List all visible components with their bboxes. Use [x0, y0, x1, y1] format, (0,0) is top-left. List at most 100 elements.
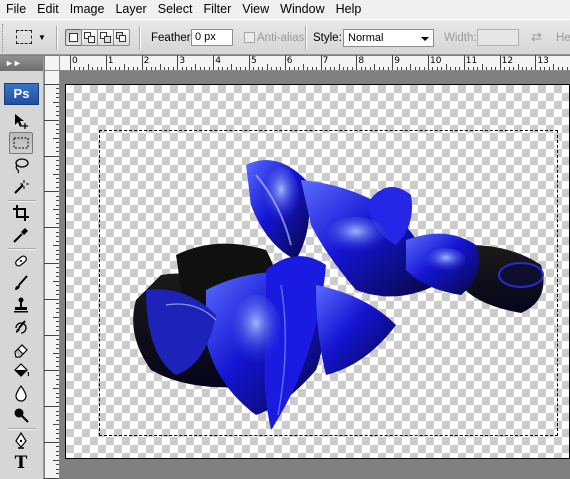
menu-view[interactable]: View — [236, 0, 274, 19]
anti-alias-checkbox[interactable] — [244, 32, 255, 43]
crop-tool-icon — [13, 205, 29, 221]
ruler-subtick — [360, 67, 362, 70]
ruler-label: 7 — [322, 56, 329, 66]
width-input[interactable] — [477, 29, 519, 46]
double-chevron-icon: ►► — [5, 58, 22, 68]
ruler-subtick — [53, 424, 59, 426]
ruler-subtick — [110, 67, 112, 70]
ruler-subtick — [56, 142, 59, 144]
eyedropper-tool[interactable] — [9, 224, 33, 246]
dodge-tool[interactable] — [9, 404, 33, 426]
ruler-subtick — [56, 249, 59, 251]
menu-filter[interactable]: Filter — [197, 0, 236, 19]
clone-stamp-tool[interactable] — [9, 294, 33, 316]
ruler-subtick — [307, 67, 309, 70]
ruler-subtick — [244, 67, 246, 70]
document-canvas[interactable] — [65, 84, 570, 459]
intersect-selection-button[interactable] — [113, 29, 130, 46]
ruler-tick — [320, 55, 322, 70]
rectangular-marquee-tool[interactable] — [9, 132, 33, 154]
ruler-subtick — [526, 67, 528, 70]
tools-panel-header[interactable]: ►► — [0, 56, 43, 71]
ruler-subtick — [119, 67, 121, 70]
ruler-subtick — [513, 67, 515, 70]
ruler-subtick — [280, 67, 282, 70]
options-bar-grip[interactable] — [2, 24, 5, 52]
brush-tool-icon — [15, 275, 28, 290]
swap-width-height-icon[interactable]: ⇄ — [531, 30, 545, 44]
type-tool[interactable]: T — [9, 452, 33, 474]
magic-wand-tool[interactable] — [9, 176, 33, 198]
add-to-selection-button[interactable] — [81, 29, 98, 46]
menu-help[interactable]: Help — [330, 0, 367, 19]
ruler-label: 6 — [286, 56, 293, 66]
ruler-subtick — [53, 388, 59, 390]
spot-healing-brush-tool[interactable] — [9, 250, 33, 272]
history-brush-tool[interactable] — [9, 316, 33, 338]
ruler-subtick — [432, 67, 434, 70]
height-label: He — [556, 32, 570, 44]
ruler-subtick — [217, 67, 219, 70]
style-select[interactable]: Normal — [343, 29, 434, 47]
subtract-from-selection-button[interactable] — [97, 29, 114, 46]
crop-tool[interactable] — [9, 202, 33, 224]
ruler-subtick — [56, 195, 59, 197]
ruler-subtick — [562, 67, 564, 70]
feather-input[interactable]: 0 px — [191, 29, 233, 46]
ruler-subtick — [83, 67, 85, 70]
ruler-origin[interactable] — [45, 56, 60, 71]
ruler-subtick — [56, 392, 59, 394]
ruler-subtick — [92, 67, 94, 70]
menu-file[interactable]: File — [0, 0, 31, 19]
menu-window[interactable]: Window — [274, 0, 329, 19]
menu-layer[interactable]: Layer — [109, 0, 151, 19]
ruler-subtick — [401, 67, 403, 70]
ruler-subtick — [459, 67, 461, 70]
eraser-tool[interactable] — [9, 338, 33, 360]
move-tool[interactable] — [9, 110, 33, 132]
ruler-label: 13 — [537, 56, 549, 66]
brush-tool[interactable] — [9, 272, 33, 294]
ruler-subtick — [123, 64, 125, 70]
vertical-ruler[interactable] — [44, 71, 60, 479]
ruler-subtick — [342, 67, 344, 70]
ruler-subtick — [298, 67, 300, 70]
ruler-tick — [44, 334, 59, 336]
ruler-subtick — [56, 321, 59, 323]
ruler-subtick — [56, 356, 59, 358]
new-selection-button[interactable] — [65, 29, 82, 46]
ruler-subtick — [56, 164, 59, 166]
marquee-selection[interactable] — [99, 130, 558, 436]
blur-tool[interactable] — [9, 382, 33, 404]
horizontal-ruler[interactable]: 0 1 2 3 4 5 6 7 8 9 10 11 12 13 — [45, 55, 570, 71]
ruler-subtick — [56, 303, 59, 305]
ruler-subtick — [490, 67, 492, 70]
ruler-subtick — [53, 137, 59, 139]
menu-select[interactable]: Select — [152, 0, 198, 19]
ruler-subtick — [56, 128, 59, 130]
ruler-subtick — [56, 289, 59, 291]
ruler-subtick — [56, 401, 59, 403]
photoshop-logo[interactable]: Ps — [4, 83, 39, 105]
ruler-subtick — [240, 67, 242, 70]
lasso-tool[interactable] — [9, 154, 33, 176]
ruler-label: 0 — [72, 56, 78, 66]
menu-image[interactable]: Image — [64, 0, 110, 19]
eraser-tool-icon — [14, 344, 28, 358]
ruler-subtick — [316, 67, 318, 70]
ruler-subtick — [275, 67, 277, 70]
clone-stamp-tool-icon — [14, 297, 28, 313]
ruler-subtick — [369, 67, 371, 70]
ruler-subtick — [56, 455, 59, 457]
tool-preset-picker[interactable]: ▼ — [14, 28, 46, 48]
new-selection-icon — [69, 33, 78, 42]
paint-bucket-tool[interactable] — [9, 360, 33, 382]
ruler-tick — [44, 155, 59, 157]
ruler-subtick — [231, 64, 233, 70]
menu-edit[interactable]: Edit — [31, 0, 64, 19]
ruler-subtick — [56, 343, 59, 345]
pen-tool[interactable] — [9, 430, 33, 452]
width-label: Width: — [444, 32, 477, 44]
ruler-subtick — [504, 67, 506, 70]
ruler-subtick — [530, 67, 532, 70]
